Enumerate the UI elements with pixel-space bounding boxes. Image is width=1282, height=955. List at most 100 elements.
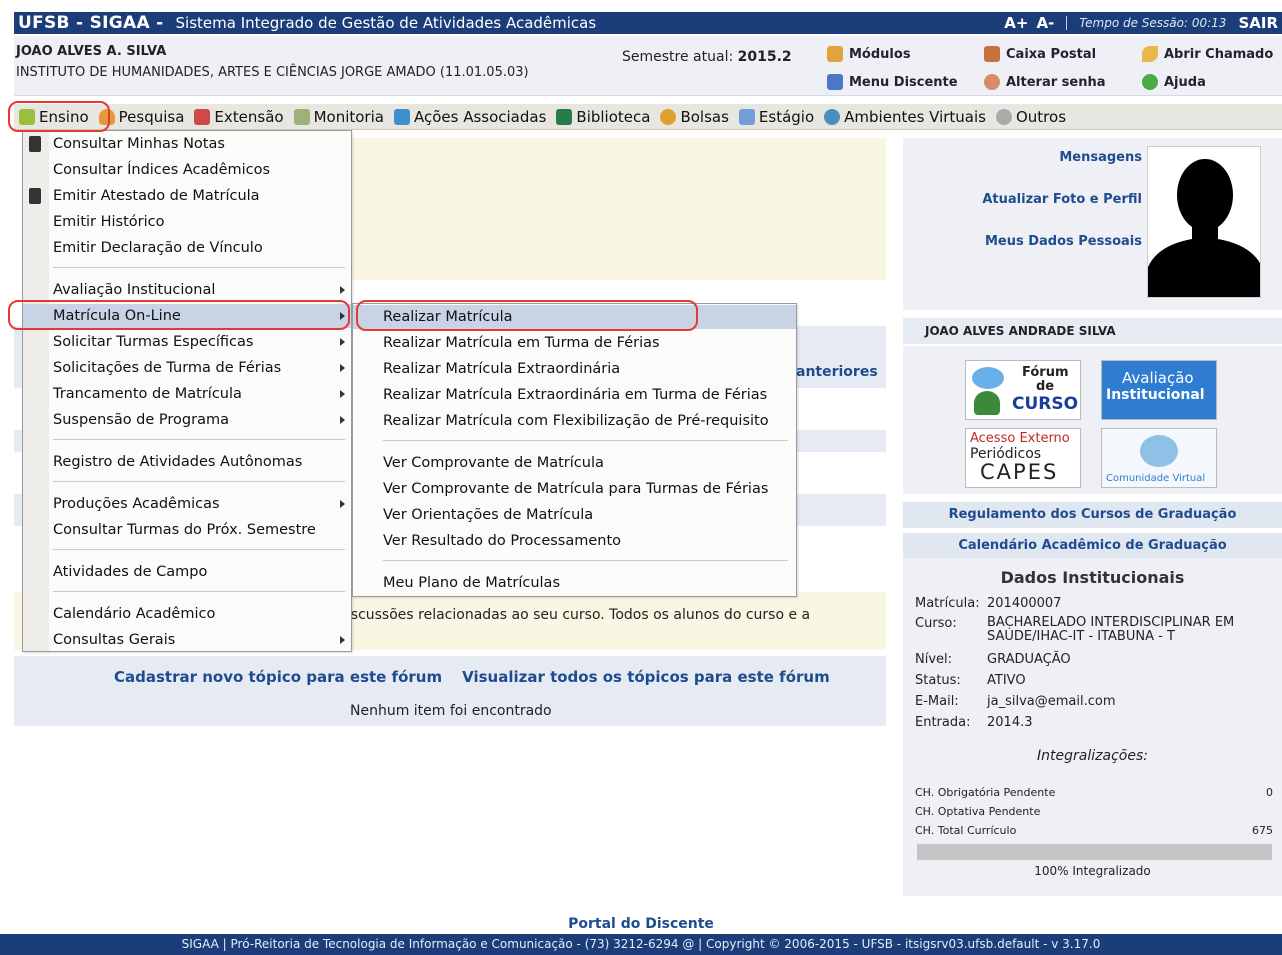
- community-icon: [1140, 435, 1178, 467]
- forum-description: discussões relacionadas ao seu curso. To…: [338, 607, 811, 623]
- ajuda-link[interactable]: Ajuda: [1142, 74, 1206, 90]
- menu-item-turmas-prox-semestre[interactable]: Consultar Turmas do Próx. Semestre: [23, 518, 351, 542]
- submenu-item-comprovante-ferias[interactable]: Ver Comprovante de Matrícula para Turmas…: [353, 477, 796, 501]
- font-increase-button[interactable]: A+: [1004, 14, 1028, 32]
- main-menu-bar: Ensino Pesquisa Extensão Monitoria Ações…: [14, 104, 1282, 130]
- ensino-dropdown: Consultar Minhas Notas Consultar Índices…: [22, 130, 352, 652]
- curso-key: Curso:: [915, 616, 957, 631]
- menu-item-label: Realizar Matrícula Extraordinária em Tur…: [383, 387, 768, 403]
- menu-item-atividades-autonomas[interactable]: Registro de Atividades Autônomas: [23, 450, 351, 474]
- document-icon: [29, 136, 41, 152]
- menu-item-label: Suspensão de Programa: [53, 412, 229, 428]
- menu-item-atividades-campo[interactable]: Atividades de Campo: [23, 560, 351, 584]
- ch-optativa-key: CH. Optativa Pendente: [915, 805, 1041, 818]
- submenu-item-flexibilizacao[interactable]: Realizar Matrícula com Flexibilização de…: [353, 409, 796, 433]
- calendario-link[interactable]: Calendário Acadêmico de Graduação: [903, 533, 1282, 559]
- menu-item-label: Consultar Minhas Notas: [53, 136, 225, 152]
- capes-tile-line3: CAPES: [980, 460, 1059, 484]
- menu-item-calendario-academico[interactable]: Calendário Acadêmico: [23, 602, 351, 626]
- menu-item-producoes-academicas[interactable]: Produções Acadêmicas: [23, 492, 351, 516]
- curso-row: Curso: BACHARELADO INTERDISCIPLINAR EM SAÚ…: [915, 616, 1234, 644]
- menu-extensao[interactable]: Extensão: [189, 105, 288, 129]
- font-decrease-button[interactable]: A-: [1036, 14, 1054, 32]
- highlight-matricula-online: [8, 300, 350, 330]
- all-topics-link[interactable]: Visualizar todos os tópicos para este fó…: [462, 668, 830, 686]
- menu-acoes-associadas[interactable]: Ações Associadas: [389, 105, 551, 129]
- modulos-link[interactable]: Módulos: [827, 46, 911, 62]
- menu-item-label: Meu Plano de Matrículas: [383, 575, 560, 591]
- menu-item-avaliacao-institucional[interactable]: Avaliação Institucional: [23, 278, 351, 302]
- menu-biblioteca[interactable]: Biblioteca: [551, 105, 655, 129]
- menu-divider: [53, 439, 345, 440]
- integralizacoes-title: Integralizações:: [1037, 748, 1148, 764]
- avatar-silhouette: [1148, 147, 1260, 297]
- new-topic-link[interactable]: Cadastrar novo tópico para este fórum: [114, 668, 442, 686]
- comunidade-virtual-tile[interactable]: Comunidade Virtual: [1101, 428, 1217, 488]
- menu-item-historico[interactable]: Emitir Histórico: [23, 210, 351, 234]
- submenu-arrow-icon: [340, 416, 345, 424]
- menu-item-turmas-especificas[interactable]: Solicitar Turmas Específicas: [23, 330, 351, 354]
- portal-discente-link[interactable]: Portal do Discente: [0, 916, 1282, 932]
- mensagens-link[interactable]: Mensagens: [1059, 150, 1142, 165]
- regulamento-link[interactable]: Regulamento dos Cursos de Graduação: [903, 502, 1282, 528]
- ch-obrigatoria-row: CH. Obrigatória Pendente 0: [915, 786, 1273, 799]
- help-icon: [1142, 74, 1158, 90]
- people-icon: [974, 391, 1000, 415]
- menu-bolsas[interactable]: Bolsas: [655, 105, 733, 129]
- forum-curso-tile[interactable]: Fórum de CURSO: [965, 360, 1081, 420]
- menu-ambientes-virtuais[interactable]: Ambientes Virtuais: [819, 105, 991, 129]
- person-icon: [660, 108, 677, 125]
- menu-discente-link[interactable]: Menu Discente: [827, 74, 958, 90]
- menu-divider: [53, 267, 345, 268]
- menu-monitoria[interactable]: Monitoria: [289, 105, 389, 129]
- menu-item-consultas-gerais[interactable]: Consultas Gerais: [23, 628, 351, 652]
- menu-item-atestado-matricula[interactable]: Emitir Atestado de Matrícula: [23, 184, 351, 208]
- menu-estagio[interactable]: Estágio: [734, 105, 819, 129]
- status-row: Status: ATIVO: [915, 673, 1026, 688]
- menu-item-label: Emitir Atestado de Matrícula: [53, 188, 260, 204]
- menu-outros[interactable]: Outros: [991, 105, 1071, 129]
- forum-tile-line3: CURSO: [1012, 394, 1079, 414]
- menu-item-consultar-notas[interactable]: Consultar Minhas Notas: [23, 132, 351, 156]
- menu-biblioteca-label: Biblioteca: [576, 107, 651, 126]
- submenu-item-plano-matriculas[interactable]: Meu Plano de Matrículas: [353, 571, 796, 595]
- menu-item-suspensao[interactable]: Suspensão de Programa: [23, 408, 351, 432]
- capes-tile[interactable]: Acesso Externo Periódicos CAPES: [965, 428, 1081, 488]
- session-timer: Tempo de Sessão: 00:13: [1079, 16, 1227, 30]
- submenu-item-matricula-extraordinaria[interactable]: Realizar Matrícula Extraordinária: [353, 357, 796, 381]
- menu-item-label: Avaliação Institucional: [53, 282, 216, 298]
- submenu-item-matricula-ferias[interactable]: Realizar Matrícula em Turma de Férias: [353, 331, 796, 355]
- submenu-item-comprovante[interactable]: Ver Comprovante de Matrícula: [353, 451, 796, 475]
- highlight-realizar-matricula: [356, 300, 698, 331]
- menu-divider: [383, 560, 788, 561]
- submenu-arrow-icon: [340, 636, 345, 644]
- submenu-item-orientacoes[interactable]: Ver Orientações de Matrícula: [353, 503, 796, 527]
- empty-message: Nenhum item foi encontrado: [350, 703, 552, 719]
- menu-item-turma-ferias[interactable]: Solicitações de Turma de Férias: [23, 356, 351, 380]
- modules-icon: [827, 46, 843, 62]
- abrir-chamado-link[interactable]: Abrir Chamado: [1142, 46, 1273, 62]
- alterar-senha-link[interactable]: Alterar senha: [984, 74, 1106, 90]
- anteriores-link[interactable]: anteriores: [796, 364, 878, 380]
- semester-label: Semestre atual:: [622, 49, 734, 65]
- menu-acoes-label: Ações Associadas: [413, 107, 547, 126]
- menu-divider: [53, 481, 345, 482]
- menu-divider: [383, 440, 788, 441]
- ticket-icon: [1142, 46, 1158, 62]
- dados-pessoais-link[interactable]: Meus Dados Pessoais: [985, 234, 1142, 249]
- modulos-label: Módulos: [849, 46, 911, 62]
- menu-item-indices-academicos[interactable]: Consultar Índices Acadêmicos: [23, 158, 351, 182]
- submenu-item-resultado[interactable]: Ver Resultado do Processamento: [353, 529, 796, 553]
- caixa-postal-link[interactable]: Caixa Postal: [984, 46, 1096, 62]
- menu-item-label: Consultar Índices Acadêmicos: [53, 162, 271, 178]
- atualizar-foto-link[interactable]: Atualizar Foto e Perfil: [982, 192, 1142, 207]
- menu-item-declaracao-vinculo[interactable]: Emitir Declaração de Vínculo: [23, 236, 351, 260]
- alterar-senha-label: Alterar senha: [1006, 74, 1106, 90]
- divider: [1066, 16, 1068, 30]
- logout-button[interactable]: SAIR: [1238, 14, 1278, 32]
- menu-item-trancamento[interactable]: Trancamento de Matrícula: [23, 382, 351, 406]
- menu-item-label: Consultar Turmas do Próx. Semestre: [53, 522, 316, 538]
- avaliacao-institucional-tile[interactable]: Avaliação Institucional: [1101, 360, 1217, 420]
- menu-item-label: Emitir Declaração de Vínculo: [53, 240, 263, 256]
- submenu-item-extraordinaria-ferias[interactable]: Realizar Matrícula Extraordinária em Tur…: [353, 383, 796, 407]
